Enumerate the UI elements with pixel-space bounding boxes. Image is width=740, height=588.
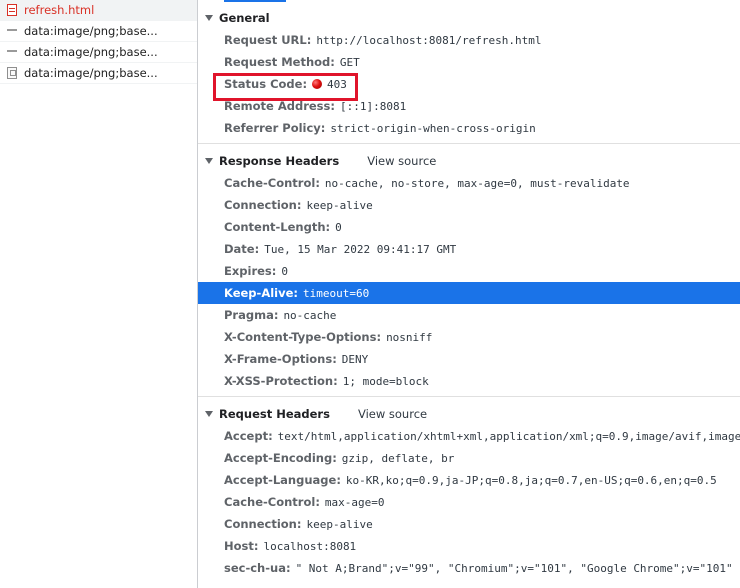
header-value: " Not A;Brand";v="99", "Chromium";v="101…	[295, 561, 733, 575]
header-value: no-cache, no-store, max-age=0, must-reva…	[324, 176, 630, 190]
section-title: Response Headers	[219, 154, 340, 168]
expand-triangle-icon	[205, 411, 213, 417]
header-row[interactable]: Cache-Control: no-cache, no-store, max-ag…	[198, 172, 740, 194]
header-key: Expires:	[224, 264, 277, 278]
header-value: localhost:8081	[263, 539, 357, 553]
header-value: 0	[335, 220, 342, 234]
request-item-data-image-2[interactable]: data:image/png;base...	[0, 42, 197, 63]
request-item-data-image-3[interactable]: data:image/png;base...	[0, 63, 197, 84]
request-name: data:image/png;base...	[24, 45, 158, 59]
header-key: Connection:	[224, 198, 302, 212]
header-key: Cache-Control:	[224, 176, 320, 190]
request-name: data:image/png;base...	[24, 66, 158, 80]
section-title: Request Headers	[219, 407, 330, 421]
dash-icon	[7, 50, 17, 54]
header-value: Tue, 15 Mar 2022 09:41:17 GMT	[264, 242, 457, 256]
status-error-icon	[312, 79, 323, 89]
general-section: General Request URL: http://localhost:80…	[198, 7, 740, 144]
header-row[interactable]: Connection: keep-alive	[198, 513, 740, 535]
devtools-network-panel: refresh.html data:image/png;base... data…	[0, 0, 740, 588]
header-key: Remote Address:	[224, 99, 335, 113]
header-row[interactable]: Cache-Control: max-age=0	[198, 491, 740, 513]
header-key: Accept-Encoding:	[224, 451, 337, 465]
header-value: keep-alive	[306, 198, 373, 212]
view-source-link[interactable]: View source	[367, 154, 436, 168]
header-value: 1; mode=block	[342, 374, 429, 388]
header-key: sec-ch-ua:	[224, 561, 291, 575]
request-headers-section: Request Headers View source Accept: text/…	[198, 403, 740, 583]
header-key: Connection:	[224, 517, 302, 531]
header-row[interactable]: Host: localhost:8081	[198, 535, 740, 557]
request-name: data:image/png;base...	[24, 24, 158, 38]
response-headers-section-header[interactable]: Response Headers View source	[198, 150, 740, 172]
header-key: Referrer Policy:	[224, 121, 326, 135]
header-key: X-Frame-Options:	[224, 352, 337, 366]
header-value: text/html,application/xhtml+xml,applicat…	[277, 429, 740, 443]
request-name: refresh.html	[24, 3, 95, 17]
expand-triangle-icon	[205, 158, 213, 164]
header-row[interactable]: Accept-Encoding: gzip, deflate, br	[198, 447, 740, 469]
status-code-value: 403	[327, 77, 347, 91]
header-key: X-Content-Type-Options:	[224, 330, 382, 344]
headers-pane: General Request URL: http://localhost:80…	[198, 0, 740, 588]
request-method-row: Request Method: GET	[198, 51, 740, 73]
header-value: GET	[339, 55, 360, 69]
request-item-refresh-html[interactable]: refresh.html	[0, 0, 197, 21]
request-headers-section-header[interactable]: Request Headers View source	[198, 403, 740, 425]
header-key: Keep-Alive:	[224, 286, 298, 300]
header-key: Request URL:	[224, 33, 312, 47]
request-headers-rows: Accept: text/html,application/xhtml+xml,a…	[198, 425, 740, 579]
header-row[interactable]: Accept-Language: ko-KR,ko;q=0.9,ja-JP;q=0…	[198, 469, 740, 491]
header-row[interactable]: Keep-Alive: timeout=60	[198, 282, 740, 304]
header-value: DENY	[341, 352, 369, 366]
response-headers-rows: Cache-Control: no-cache, no-store, max-ag…	[198, 172, 740, 392]
header-key: Cache-Control:	[224, 495, 320, 509]
header-key: Accept:	[224, 429, 273, 443]
document-icon	[7, 4, 17, 16]
header-key: Accept-Language:	[224, 473, 341, 487]
header-value: ko-KR,ko;q=0.9,ja-JP;q=0.8,ja;q=0.7,en-U…	[345, 473, 717, 487]
header-value: max-age=0	[324, 495, 385, 509]
header-row[interactable]: X-XSS-Protection: 1; mode=block	[198, 370, 740, 392]
image-icon	[7, 67, 17, 79]
header-value: [::1]:8081	[339, 99, 407, 113]
view-source-link[interactable]: View source	[358, 407, 427, 421]
header-row[interactable]: Expires: 0	[198, 260, 740, 282]
header-value: nosniff	[386, 330, 433, 344]
header-value: no-cache	[283, 308, 337, 322]
request-list: refresh.html data:image/png;base... data…	[0, 0, 198, 588]
header-key: Request Method:	[224, 55, 335, 69]
referrer-policy-row: Referrer Policy: strict-origin-when-cros…	[198, 117, 740, 139]
header-value: 0	[281, 264, 288, 278]
section-title: General	[219, 11, 270, 25]
header-row[interactable]: X-Content-Type-Options: nosniff	[198, 326, 740, 348]
header-row[interactable]: Connection: keep-alive	[198, 194, 740, 216]
header-row[interactable]: Accept: text/html,application/xhtml+xml,a…	[198, 425, 740, 447]
header-value: strict-origin-when-cross-origin	[330, 121, 536, 135]
active-tab-indicator	[224, 0, 286, 2]
header-row[interactable]: sec-ch-ua: " Not A;Brand";v="99", "Chromi…	[198, 557, 740, 579]
header-value: http://localhost:8081/refresh.html	[316, 33, 542, 47]
request-url-row: Request URL: http://localhost:8081/refre…	[198, 29, 740, 51]
header-key: Status Code:	[224, 77, 308, 91]
header-row[interactable]: Date: Tue, 15 Mar 2022 09:41:17 GMT	[198, 238, 740, 260]
header-key: X-XSS-Protection:	[224, 374, 338, 388]
header-key: Pragma:	[224, 308, 279, 322]
header-value: gzip, deflate, br	[341, 451, 455, 465]
header-value: timeout=60	[303, 286, 370, 300]
header-key: Content-Length:	[224, 220, 331, 234]
header-row[interactable]: Content-Length: 0	[198, 216, 740, 238]
header-key: Host:	[224, 539, 259, 553]
dash-icon	[7, 29, 17, 33]
response-headers-section: Response Headers View source Cache-Contr…	[198, 150, 740, 397]
header-row[interactable]: Pragma: no-cache	[198, 304, 740, 326]
header-value: keep-alive	[306, 517, 373, 531]
expand-triangle-icon	[205, 15, 213, 21]
remote-address-row: Remote Address: [::1]:8081	[198, 95, 740, 117]
general-section-header[interactable]: General	[198, 7, 740, 29]
header-row[interactable]: X-Frame-Options: DENY	[198, 348, 740, 370]
header-key: Date:	[224, 242, 260, 256]
status-code-row: Status Code: 403	[198, 73, 740, 95]
request-item-data-image-1[interactable]: data:image/png;base...	[0, 21, 197, 42]
